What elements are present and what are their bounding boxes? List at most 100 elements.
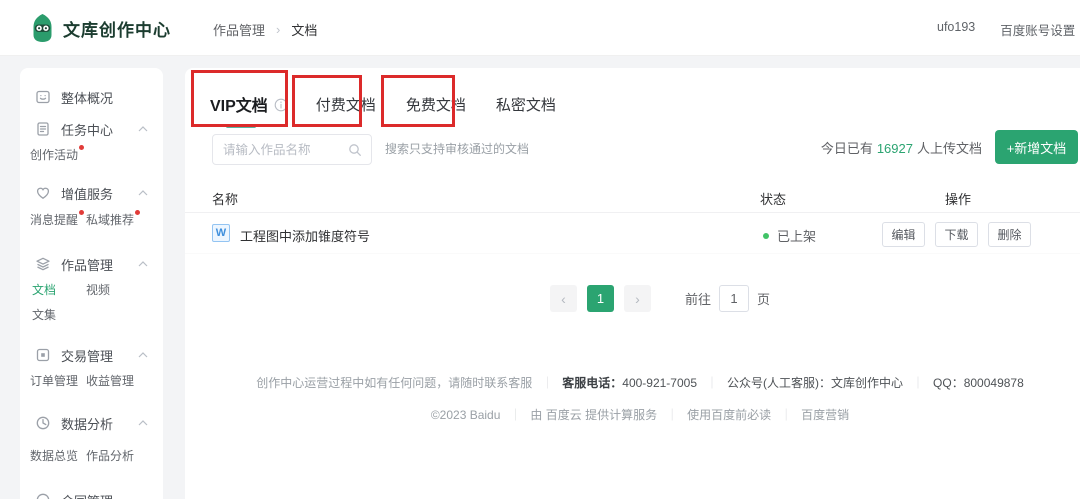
status-cell: 已上架 [763, 226, 816, 245]
link-label: 创作活动 [30, 148, 78, 162]
cloud-provider[interactable]: 由 百度云 提供计算服务 [530, 408, 657, 422]
sidebar-link-message-remind[interactable]: 消息提醒 [30, 211, 84, 228]
search-icon[interactable] [348, 143, 362, 157]
notification-badge [135, 210, 140, 215]
sidebar-item-label: 交易管理 [61, 346, 113, 365]
sidebar-item-works-management[interactable]: 作品管理 [35, 254, 148, 274]
phone-label: 客服电话： [562, 376, 622, 390]
link-label: 私域推荐 [86, 213, 134, 227]
footer-separator: ｜ [912, 376, 924, 390]
sidebar-item-label: 增值服务 [61, 184, 113, 203]
sidebar-link-data-overview[interactable]: 数据总览 [30, 447, 78, 464]
footer-separator: ｜ [666, 408, 678, 422]
footer-copyright-line: ©2023 Baidu｜由 百度云 提供计算服务｜使用百度前必读｜百度营销 [185, 406, 1080, 423]
sidebar-item-task-center[interactable]: 任务中心 [35, 119, 148, 139]
sidebar-item-label: 数据分析 [61, 414, 113, 433]
brand-logo[interactable]: 文库创作中心 [30, 13, 171, 43]
sidebar-item-label: 整体概况 [61, 88, 113, 107]
breadcrumb: 作品管理 › 文档 [213, 20, 317, 39]
tab-free-docs[interactable]: 免费文档 [406, 94, 466, 115]
copyright: ©2023 Baidu [431, 408, 501, 422]
tab-paid-docs[interactable]: 付费文档 [316, 94, 376, 115]
table-row: W 工程图中添加锥度符号 已上架 编辑 下载 删除 [185, 214, 1080, 254]
goto-page-input[interactable] [719, 285, 749, 312]
trade-icon [35, 347, 51, 363]
add-doc-button[interactable]: +新增文档 [995, 130, 1078, 164]
link-label: 视频 [86, 283, 110, 297]
link-label: 文档 [32, 283, 56, 297]
delete-button[interactable]: 删除 [988, 222, 1031, 247]
upload-stats-count: 16927 [877, 141, 913, 156]
breadcrumb-parent[interactable]: 作品管理 [213, 20, 265, 39]
sidebar-link-creation-activity[interactable]: 创作活动 [30, 146, 84, 163]
header-links: ufo193 百度账号设置 退出 [937, 20, 1080, 39]
column-header-status: 状态 [760, 189, 786, 208]
top-header: 文库创作中心 作品管理 › 文档 ufo193 百度账号设置 退出 [0, 0, 1080, 56]
sidebar-link-docs[interactable]: 文档 [32, 281, 56, 298]
status-badge: 已上架 [777, 226, 816, 245]
username[interactable]: ufo193 [937, 20, 975, 39]
baidu-marketing-link[interactable]: 百度营销 [801, 408, 849, 422]
layers-icon [35, 256, 51, 272]
breadcrumb-current: 文档 [291, 20, 317, 39]
status-online-dot-icon [763, 233, 769, 239]
sidebar-link-videos[interactable]: 视频 [86, 281, 110, 298]
next-page-button[interactable]: › [624, 285, 651, 312]
sidebar-link-collections[interactable]: 文集 [32, 306, 56, 323]
qq-number: 800049878 [964, 376, 1024, 390]
table-header: 名称 状态 操作 [185, 183, 1080, 213]
sidebar-item-trade-management[interactable]: 交易管理 [35, 345, 148, 365]
link-label: 消息提醒 [30, 213, 78, 227]
read-before-use-link[interactable]: 使用百度前必读 [687, 408, 771, 422]
brand-title: 文库创作中心 [63, 16, 171, 41]
chevron-up-icon[interactable] [138, 352, 148, 358]
sidebar-item-contract-management[interactable]: 合同管理 [35, 490, 148, 499]
info-icon[interactable] [274, 98, 288, 112]
contract-icon [35, 492, 51, 499]
current-page-button[interactable]: 1 [587, 285, 614, 312]
doc-tabs: VIP文档 付费文档 免费文档 私密文档 [210, 92, 556, 116]
sidebar-link-work-analysis[interactable]: 作品分析 [86, 447, 134, 464]
account-settings-link[interactable]: 百度账号设置 [1000, 20, 1075, 39]
tasks-icon [35, 121, 51, 137]
sidebar-item-label: 合同管理 [61, 491, 113, 499]
analytics-icon [35, 415, 51, 431]
doc-title[interactable]: 工程图中添加锥度符号 [240, 226, 370, 245]
chevron-up-icon[interactable] [138, 126, 148, 132]
sidebar-item-label: 任务中心 [61, 120, 113, 139]
main-content: VIP文档 付费文档 免费文档 私密文档 搜索只支持审核通过的文档 今日已有16… [185, 68, 1080, 499]
sidebar-link-earnings[interactable]: 收益管理 [86, 372, 134, 389]
chevron-up-icon[interactable] [138, 420, 148, 426]
overview-icon [35, 89, 51, 105]
edit-button[interactable]: 编辑 [882, 222, 925, 247]
column-header-action: 操作 [945, 189, 971, 208]
qq-label: QQ： [933, 376, 964, 390]
upload-stats: 今日已有16927人上传文档 [821, 132, 982, 166]
upload-stats-prefix: 今日已有 [821, 141, 873, 156]
sidebar-item-value-services[interactable]: 增值服务 [35, 183, 148, 203]
page-unit-label: 页 [757, 289, 770, 308]
active-tab-underline [226, 125, 256, 128]
row-actions: 编辑 下载 删除 [882, 222, 1031, 247]
chevron-up-icon[interactable] [138, 261, 148, 267]
sidebar-link-private-recommend[interactable]: 私域推荐 [86, 211, 140, 228]
sidebar-item-data-analysis[interactable]: 数据分析 [35, 413, 148, 433]
heart-icon [35, 185, 51, 201]
sidebar-link-orders[interactable]: 订单管理 [30, 372, 78, 389]
tab-private-docs[interactable]: 私密文档 [496, 94, 556, 115]
footer-separator: ｜ [706, 376, 718, 390]
pagination: ‹ 1 › 前往 页 [550, 285, 770, 312]
prev-page-button[interactable]: ‹ [550, 285, 577, 312]
footer-intro: 创作中心运营过程中如有任何问题，请随时联系客服 [256, 376, 532, 390]
notification-badge [79, 210, 84, 215]
notification-badge [79, 145, 84, 150]
tab-vip-docs[interactable]: VIP文档 [210, 92, 288, 116]
footer-separator: ｜ [780, 408, 792, 422]
download-button[interactable]: 下载 [935, 222, 978, 247]
link-label: 数据总览 [30, 449, 78, 463]
search-input[interactable] [213, 143, 348, 157]
sidebar-item-overview[interactable]: 整体概况 [35, 87, 148, 107]
link-label: 收益管理 [86, 374, 134, 388]
chevron-up-icon[interactable] [138, 190, 148, 196]
goto-label: 前往 [685, 289, 711, 308]
